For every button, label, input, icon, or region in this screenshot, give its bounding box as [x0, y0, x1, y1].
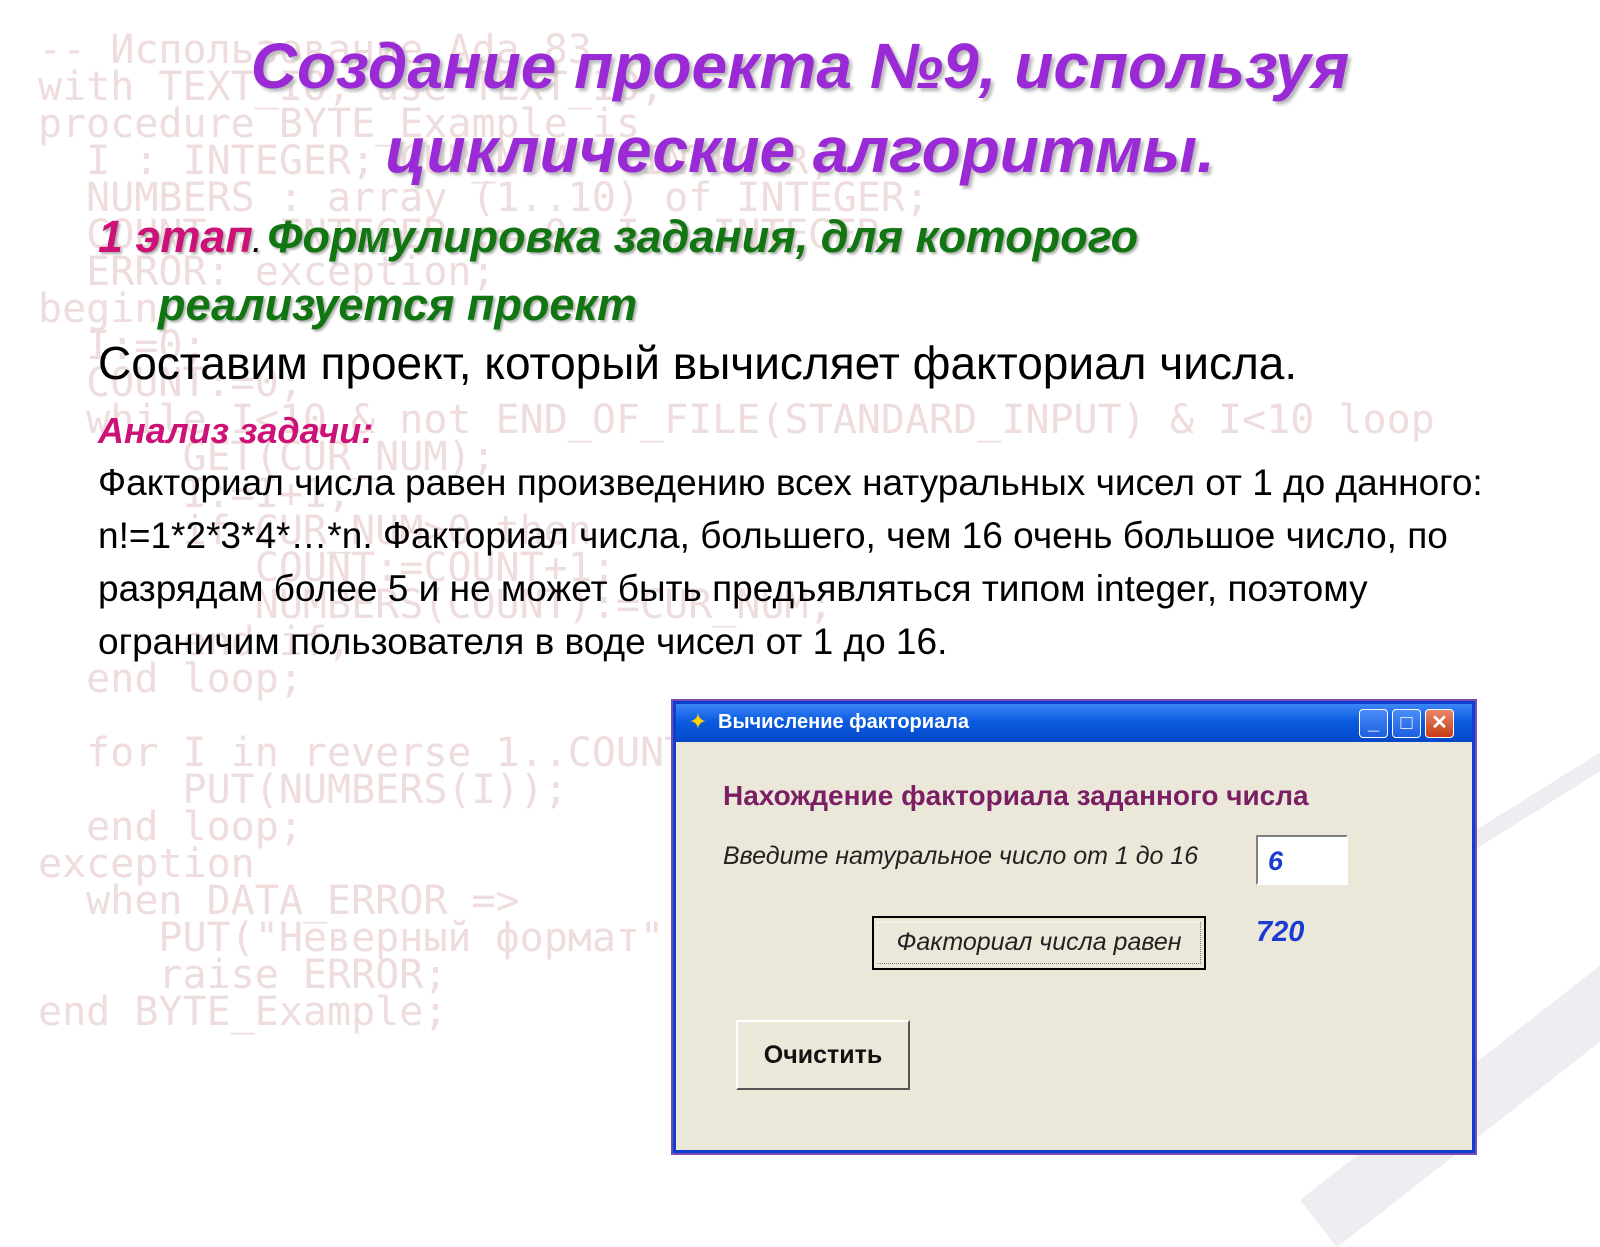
background-code-line: end BYTE_Example;	[38, 989, 448, 1035]
window-title: Вычисление факториала	[718, 711, 970, 733]
analysis-text: Факториал числа равен произведению всех …	[98, 462, 1483, 662]
task-statement: Составим проект, который вычисляет факто…	[98, 337, 1298, 389]
window-title-bar[interactable]: ✦ Вычисление факториала _ □ ✕	[676, 704, 1472, 742]
compute-factorial-button-label: Факториал числа равен	[877, 922, 1201, 964]
form-heading: Нахождение факториала заданного числа	[723, 780, 1309, 811]
stage-title-line2: реализуется проект	[158, 279, 638, 330]
maximize-button[interactable]: □	[1392, 709, 1421, 738]
close-icon: ✕	[1431, 712, 1448, 734]
close-button[interactable]: ✕	[1425, 709, 1454, 738]
analysis-heading: Анализ задачи:	[98, 410, 374, 451]
stage-number: 1 этап	[98, 211, 253, 262]
compute-factorial-button[interactable]: Факториал числа равен	[872, 916, 1206, 970]
app-icon: ✦	[688, 709, 708, 734]
stage-heading: 1 этап. Формулировка задания, для которо…	[98, 206, 1398, 336]
slide-title: Создание проекта №9, используя циклическ…	[250, 30, 1350, 186]
factorial-app-window: ✦ Вычисление факториала _ □ ✕ Нахождение…	[673, 701, 1475, 1153]
maximize-icon: □	[1400, 712, 1413, 734]
stage-dot: .	[252, 228, 268, 258]
number-input-label: Введите натуральное число от 1 до 16	[723, 842, 1199, 870]
factorial-result: 720	[1256, 916, 1305, 948]
minimize-button[interactable]: _	[1359, 709, 1388, 738]
clear-button[interactable]: Очистить	[736, 1020, 910, 1090]
minimize-icon: _	[1367, 712, 1380, 734]
stage-title-line1: Формулировка задания, для которого	[267, 211, 1139, 262]
number-input[interactable]	[1256, 835, 1348, 885]
